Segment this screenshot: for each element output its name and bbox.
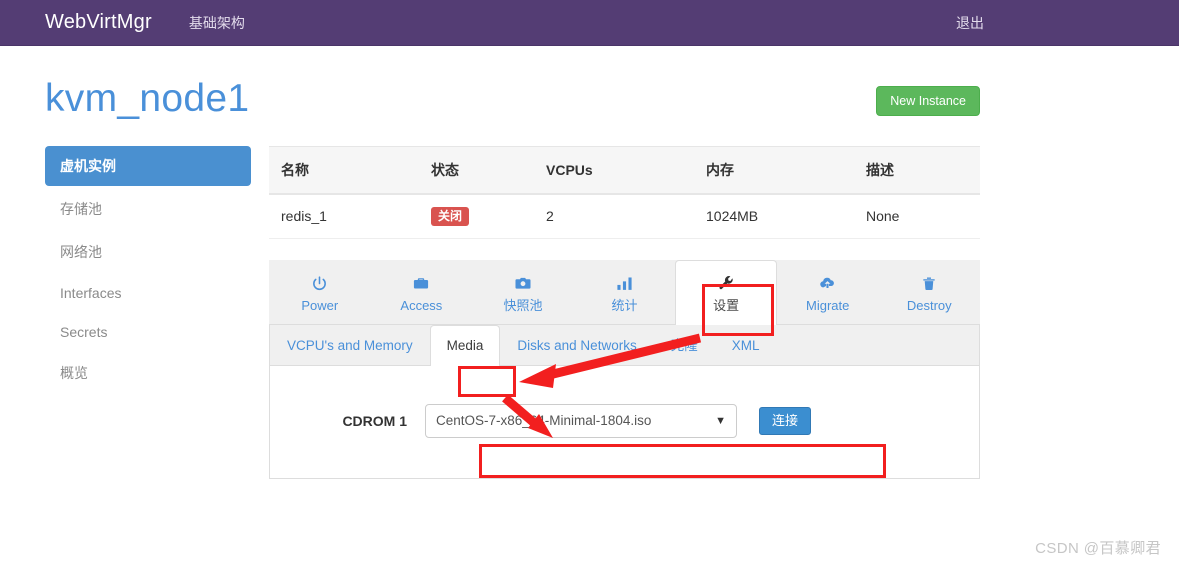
sidebar-link-instances[interactable]: 虚机实例 [45,145,251,186]
subtab-clone[interactable]: 克隆 [654,325,715,366]
page-title: kvm_node1 [45,77,250,120]
media-panel-body: CDROM 1 CentOS-7-x86_64-Minimal-1804.iso… [270,366,979,478]
app-root: WebVirtMgr 基础架构 退出 kvm_node1 New Instanc… [0,0,1179,566]
column-header-name: 名称 [269,145,419,195]
wrench-icon [680,273,772,293]
top-navbar: WebVirtMgr 基础架构 退出 [0,0,1179,46]
cdrom-label: CDROM 1 [342,412,407,429]
nav-item-infrastructure[interactable]: 基础架构 [189,13,245,33]
logout-link[interactable]: 退出 [956,13,984,33]
sidebar-nav: 虚机实例 存储池 网络池 Interfaces Secrets 概览 [45,145,251,393]
sidebar-link-interfaces[interactable]: Interfaces [45,275,251,311]
tab-destroy-label: Destroy [906,298,952,314]
tab-destroy[interactable]: Destroy [878,260,980,325]
navbar-right-group: 退出 [956,0,1179,46]
tab-access-label: Access [400,298,443,314]
tab-statistics[interactable]: 统计 [574,260,676,325]
main-content: 名称 状态 VCPUs 内存 描述 redis_1 关闭 2 1024MB No… [269,145,980,479]
tab-access[interactable]: Access [371,260,473,325]
status-badge: 关闭 [431,206,470,227]
trash-icon [883,273,975,293]
tab-migrate-label: Migrate [806,298,850,314]
sidebar-item-instances[interactable]: 虚机实例 [45,145,251,186]
sidebar-item-storage-pool[interactable]: 存储池 [45,189,251,229]
tab-migrate[interactable]: Migrate [777,260,879,325]
page-header: kvm_node1 New Instance [45,46,1139,121]
cdrom-iso-select[interactable]: CentOS-7-x86_64-Minimal-1804.iso [425,403,737,438]
subtab-vcpu-memory[interactable]: VCPU's and Memory [270,325,430,366]
subtab-disks-networks[interactable]: Disks and Networks [500,325,653,366]
page-body: 虚机实例 存储池 网络池 Interfaces Secrets 概览 名称 状态… [45,145,1139,479]
cell-instance-vcpus: 2 [534,193,694,240]
sidebar: 虚机实例 存储池 网络池 Interfaces Secrets 概览 [45,145,269,479]
sidebar-link-overview[interactable]: 概览 [45,353,251,393]
tab-power[interactable]: Power [269,260,371,325]
csdn-watermark: CSDN @百慕卿君 [1035,540,1161,557]
tab-settings[interactable]: 设置 [675,260,777,325]
sidebar-item-network-pool[interactable]: 网络池 [45,232,251,272]
table-row[interactable]: redis_1 关闭 2 1024MB None [269,193,980,240]
column-header-memory: 内存 [694,145,854,195]
tab-snapshot[interactable]: 快照池 [472,260,574,325]
cloud-upload-icon [782,273,874,293]
tab-settings-label: 设置 [713,298,740,314]
cdrom-select-wrapper: CentOS-7-x86_64-Minimal-1804.iso ▼ [425,403,737,438]
brand-logo[interactable]: WebVirtMgr [45,11,167,34]
cell-instance-state: 关闭 [419,193,534,240]
subtab-media[interactable]: Media [429,324,501,366]
camera-icon [477,273,569,293]
bar-chart-icon [579,273,671,293]
sidebar-item-secrets[interactable]: Secrets [45,314,251,350]
instances-table: 名称 状态 VCPUs 内存 描述 redis_1 关闭 2 1024MB No… [269,145,980,240]
briefcase-icon [376,273,468,293]
sidebar-link-storage-pool[interactable]: 存储池 [45,189,251,229]
sidebar-item-interfaces[interactable]: Interfaces [45,275,251,311]
column-header-description: 描述 [854,145,980,195]
tab-snapshot-label: 快照池 [503,298,543,314]
instance-action-tabs: Power Access 快照池 统计 设置 Migrate Destroy [269,260,980,325]
power-icon [274,273,366,293]
connect-button[interactable]: 连接 [759,406,812,435]
sidebar-link-secrets[interactable]: Secrets [45,314,251,350]
sidebar-link-network-pool[interactable]: 网络池 [45,232,251,272]
cell-instance-memory: 1024MB [694,193,854,240]
cdrom-form-row: CDROM 1 CentOS-7-x86_64-Minimal-1804.iso… [290,403,959,438]
subtab-xml[interactable]: XML [715,325,777,366]
tab-statistics-label: 统计 [611,298,638,314]
page-container: kvm_node1 New Instance 虚机实例 存储池 网络池 Inte… [0,46,1179,479]
sidebar-item-overview[interactable]: 概览 [45,353,251,393]
cell-instance-description: None [854,193,980,240]
settings-panel: VCPU's and Memory Media Disks and Networ… [269,324,980,479]
table-head: 名称 状态 VCPUs 内存 描述 [269,145,980,195]
column-header-vcpus: VCPUs [534,145,694,195]
new-instance-button[interactable]: New Instance [876,86,980,116]
settings-subtabs: VCPU's and Memory Media Disks and Networ… [270,324,979,366]
table-header-row: 名称 状态 VCPUs 内存 描述 [269,145,980,195]
cell-instance-name[interactable]: redis_1 [269,193,419,240]
column-header-state: 状态 [419,145,534,195]
tab-power-label: Power [301,298,339,314]
table-body: redis_1 关闭 2 1024MB None [269,193,980,240]
